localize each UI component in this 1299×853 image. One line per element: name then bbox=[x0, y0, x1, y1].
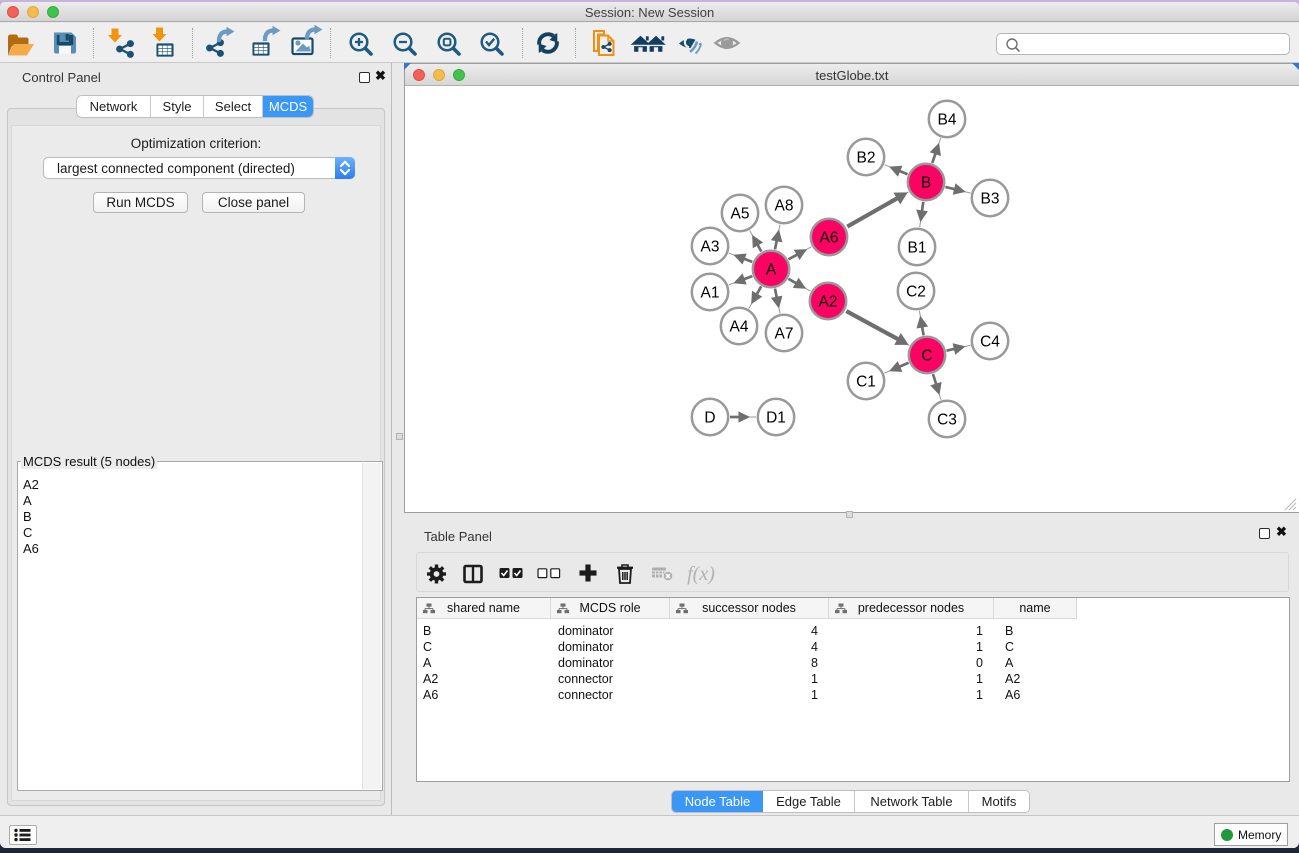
svg-text:C1: C1 bbox=[856, 374, 876, 391]
svg-text:f(x): f(x) bbox=[687, 563, 715, 585]
svg-text:C3: C3 bbox=[937, 412, 957, 429]
svg-text:D: D bbox=[704, 410, 715, 427]
svg-text:B4: B4 bbox=[938, 112, 957, 129]
svg-text:B2: B2 bbox=[857, 150, 876, 167]
svg-text:B3: B3 bbox=[981, 191, 1000, 208]
svg-text:A2: A2 bbox=[819, 294, 838, 311]
svg-text:A1: A1 bbox=[701, 285, 720, 302]
svg-text:A4: A4 bbox=[730, 319, 749, 336]
svg-text:D1: D1 bbox=[766, 410, 786, 427]
svg-text:A3: A3 bbox=[701, 239, 720, 256]
svg-text:A6: A6 bbox=[820, 230, 839, 247]
svg-text:A7: A7 bbox=[775, 326, 794, 343]
svg-text:B: B bbox=[921, 175, 931, 192]
svg-text:C2: C2 bbox=[906, 284, 926, 301]
svg-text:C: C bbox=[921, 348, 932, 365]
svg-text:B1: B1 bbox=[908, 240, 927, 257]
svg-text:A5: A5 bbox=[731, 206, 750, 223]
svg-text:A8: A8 bbox=[775, 198, 794, 215]
svg-text:C4: C4 bbox=[980, 334, 1000, 351]
svg-text:A: A bbox=[766, 262, 777, 279]
